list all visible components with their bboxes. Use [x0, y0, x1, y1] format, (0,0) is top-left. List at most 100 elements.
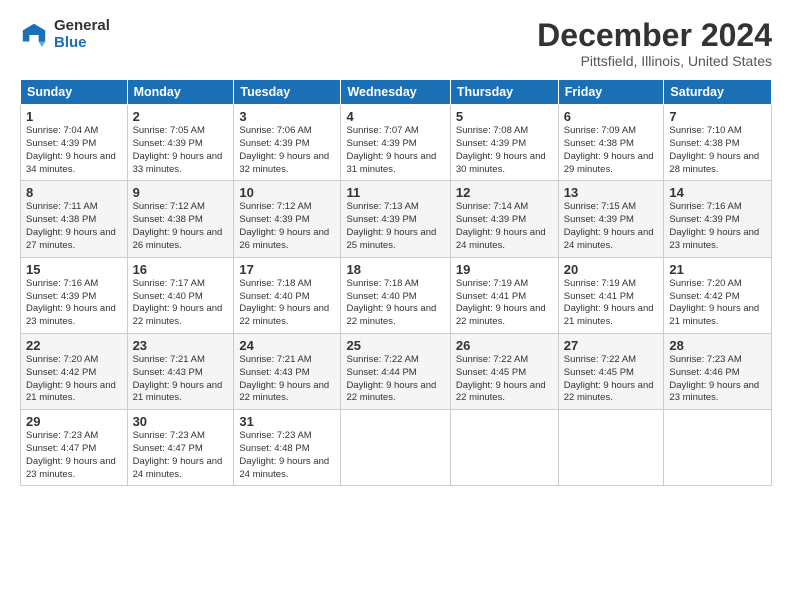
calendar-week-2: 8Sunrise: 7:11 AMSunset: 4:38 PMDaylight… [21, 181, 772, 257]
day-info: Sunrise: 7:20 AMSunset: 4:42 PMDaylight:… [26, 354, 122, 405]
day-number: 9 [133, 185, 229, 200]
calendar-cell: 31Sunrise: 7:23 AMSunset: 4:48 PMDayligh… [234, 410, 341, 486]
calendar-cell: 20Sunrise: 7:19 AMSunset: 4:41 PMDayligh… [558, 257, 664, 333]
day-info: Sunrise: 7:09 AMSunset: 4:38 PMDaylight:… [564, 125, 659, 176]
calendar-cell: 29Sunrise: 7:23 AMSunset: 4:47 PMDayligh… [21, 410, 128, 486]
day-number: 30 [133, 414, 229, 429]
day-number: 17 [239, 262, 335, 277]
day-info: Sunrise: 7:12 AMSunset: 4:39 PMDaylight:… [239, 201, 335, 252]
day-number: 14 [669, 185, 766, 200]
calendar-cell: 7Sunrise: 7:10 AMSunset: 4:38 PMDaylight… [664, 105, 772, 181]
calendar-cell: 16Sunrise: 7:17 AMSunset: 4:40 PMDayligh… [127, 257, 234, 333]
calendar-cell: 5Sunrise: 7:08 AMSunset: 4:39 PMDaylight… [450, 105, 558, 181]
day-info: Sunrise: 7:22 AMSunset: 4:45 PMDaylight:… [564, 354, 659, 405]
calendar-cell: 6Sunrise: 7:09 AMSunset: 4:38 PMDaylight… [558, 105, 664, 181]
title-block: December 2024 Pittsfield, Illinois, Unit… [537, 18, 772, 69]
calendar-cell [341, 410, 450, 486]
calendar-week-1: 1Sunrise: 7:04 AMSunset: 4:39 PMDaylight… [21, 105, 772, 181]
logo-blue-text: Blue [54, 35, 110, 52]
calendar-week-3: 15Sunrise: 7:16 AMSunset: 4:39 PMDayligh… [21, 257, 772, 333]
day-info: Sunrise: 7:07 AMSunset: 4:39 PMDaylight:… [346, 125, 444, 176]
day-info: Sunrise: 7:21 AMSunset: 4:43 PMDaylight:… [133, 354, 229, 405]
day-info: Sunrise: 7:18 AMSunset: 4:40 PMDaylight:… [239, 278, 335, 329]
day-info: Sunrise: 7:17 AMSunset: 4:40 PMDaylight:… [133, 278, 229, 329]
col-header-saturday: Saturday [664, 80, 772, 105]
col-header-monday: Monday [127, 80, 234, 105]
calendar-cell: 22Sunrise: 7:20 AMSunset: 4:42 PMDayligh… [21, 333, 128, 409]
calendar-cell: 25Sunrise: 7:22 AMSunset: 4:44 PMDayligh… [341, 333, 450, 409]
calendar-cell: 17Sunrise: 7:18 AMSunset: 4:40 PMDayligh… [234, 257, 341, 333]
day-number: 24 [239, 338, 335, 353]
calendar-cell: 4Sunrise: 7:07 AMSunset: 4:39 PMDaylight… [341, 105, 450, 181]
col-header-wednesday: Wednesday [341, 80, 450, 105]
calendar-cell: 27Sunrise: 7:22 AMSunset: 4:45 PMDayligh… [558, 333, 664, 409]
calendar-week-5: 29Sunrise: 7:23 AMSunset: 4:47 PMDayligh… [21, 410, 772, 486]
logo: General Blue [20, 18, 110, 51]
day-info: Sunrise: 7:22 AMSunset: 4:44 PMDaylight:… [346, 354, 444, 405]
day-number: 5 [456, 109, 553, 124]
col-header-thursday: Thursday [450, 80, 558, 105]
day-number: 12 [456, 185, 553, 200]
calendar-cell: 3Sunrise: 7:06 AMSunset: 4:39 PMDaylight… [234, 105, 341, 181]
day-info: Sunrise: 7:21 AMSunset: 4:43 PMDaylight:… [239, 354, 335, 405]
day-info: Sunrise: 7:16 AMSunset: 4:39 PMDaylight:… [26, 278, 122, 329]
calendar-location: Pittsfield, Illinois, United States [537, 53, 772, 69]
calendar-cell: 10Sunrise: 7:12 AMSunset: 4:39 PMDayligh… [234, 181, 341, 257]
day-number: 28 [669, 338, 766, 353]
day-info: Sunrise: 7:13 AMSunset: 4:39 PMDaylight:… [346, 201, 444, 252]
calendar-cell: 24Sunrise: 7:21 AMSunset: 4:43 PMDayligh… [234, 333, 341, 409]
header: General Blue December 2024 Pittsfield, I… [20, 18, 772, 69]
col-header-tuesday: Tuesday [234, 80, 341, 105]
day-info: Sunrise: 7:22 AMSunset: 4:45 PMDaylight:… [456, 354, 553, 405]
calendar-cell: 15Sunrise: 7:16 AMSunset: 4:39 PMDayligh… [21, 257, 128, 333]
calendar-cell: 19Sunrise: 7:19 AMSunset: 4:41 PMDayligh… [450, 257, 558, 333]
calendar-cell: 8Sunrise: 7:11 AMSunset: 4:38 PMDaylight… [21, 181, 128, 257]
day-number: 7 [669, 109, 766, 124]
calendar-cell: 12Sunrise: 7:14 AMSunset: 4:39 PMDayligh… [450, 181, 558, 257]
day-number: 31 [239, 414, 335, 429]
day-number: 15 [26, 262, 122, 277]
calendar-cell: 2Sunrise: 7:05 AMSunset: 4:39 PMDaylight… [127, 105, 234, 181]
calendar-cell [558, 410, 664, 486]
day-number: 23 [133, 338, 229, 353]
day-number: 10 [239, 185, 335, 200]
calendar-week-4: 22Sunrise: 7:20 AMSunset: 4:42 PMDayligh… [21, 333, 772, 409]
day-number: 18 [346, 262, 444, 277]
day-info: Sunrise: 7:10 AMSunset: 4:38 PMDaylight:… [669, 125, 766, 176]
day-info: Sunrise: 7:04 AMSunset: 4:39 PMDaylight:… [26, 125, 122, 176]
calendar-cell: 18Sunrise: 7:18 AMSunset: 4:40 PMDayligh… [341, 257, 450, 333]
calendar-cell: 28Sunrise: 7:23 AMSunset: 4:46 PMDayligh… [664, 333, 772, 409]
day-info: Sunrise: 7:05 AMSunset: 4:39 PMDaylight:… [133, 125, 229, 176]
day-number: 3 [239, 109, 335, 124]
day-info: Sunrise: 7:15 AMSunset: 4:39 PMDaylight:… [564, 201, 659, 252]
day-info: Sunrise: 7:23 AMSunset: 4:47 PMDaylight:… [26, 430, 122, 481]
calendar-cell: 23Sunrise: 7:21 AMSunset: 4:43 PMDayligh… [127, 333, 234, 409]
day-info: Sunrise: 7:14 AMSunset: 4:39 PMDaylight:… [456, 201, 553, 252]
day-number: 29 [26, 414, 122, 429]
day-info: Sunrise: 7:06 AMSunset: 4:39 PMDaylight:… [239, 125, 335, 176]
day-info: Sunrise: 7:19 AMSunset: 4:41 PMDaylight:… [564, 278, 659, 329]
day-info: Sunrise: 7:23 AMSunset: 4:47 PMDaylight:… [133, 430, 229, 481]
col-header-sunday: Sunday [21, 80, 128, 105]
calendar-cell: 26Sunrise: 7:22 AMSunset: 4:45 PMDayligh… [450, 333, 558, 409]
day-number: 25 [346, 338, 444, 353]
day-number: 8 [26, 185, 122, 200]
day-number: 26 [456, 338, 553, 353]
day-info: Sunrise: 7:08 AMSunset: 4:39 PMDaylight:… [456, 125, 553, 176]
day-info: Sunrise: 7:16 AMSunset: 4:39 PMDaylight:… [669, 201, 766, 252]
calendar-cell: 9Sunrise: 7:12 AMSunset: 4:38 PMDaylight… [127, 181, 234, 257]
day-info: Sunrise: 7:11 AMSunset: 4:38 PMDaylight:… [26, 201, 122, 252]
col-header-friday: Friday [558, 80, 664, 105]
day-number: 13 [564, 185, 659, 200]
logo-icon [20, 21, 48, 49]
day-info: Sunrise: 7:19 AMSunset: 4:41 PMDaylight:… [456, 278, 553, 329]
logo-general-text: General [54, 18, 110, 35]
day-info: Sunrise: 7:23 AMSunset: 4:46 PMDaylight:… [669, 354, 766, 405]
day-number: 20 [564, 262, 659, 277]
day-info: Sunrise: 7:12 AMSunset: 4:38 PMDaylight:… [133, 201, 229, 252]
day-info: Sunrise: 7:20 AMSunset: 4:42 PMDaylight:… [669, 278, 766, 329]
day-number: 16 [133, 262, 229, 277]
day-number: 1 [26, 109, 122, 124]
calendar-table: SundayMondayTuesdayWednesdayThursdayFrid… [20, 79, 772, 486]
calendar-cell: 30Sunrise: 7:23 AMSunset: 4:47 PMDayligh… [127, 410, 234, 486]
